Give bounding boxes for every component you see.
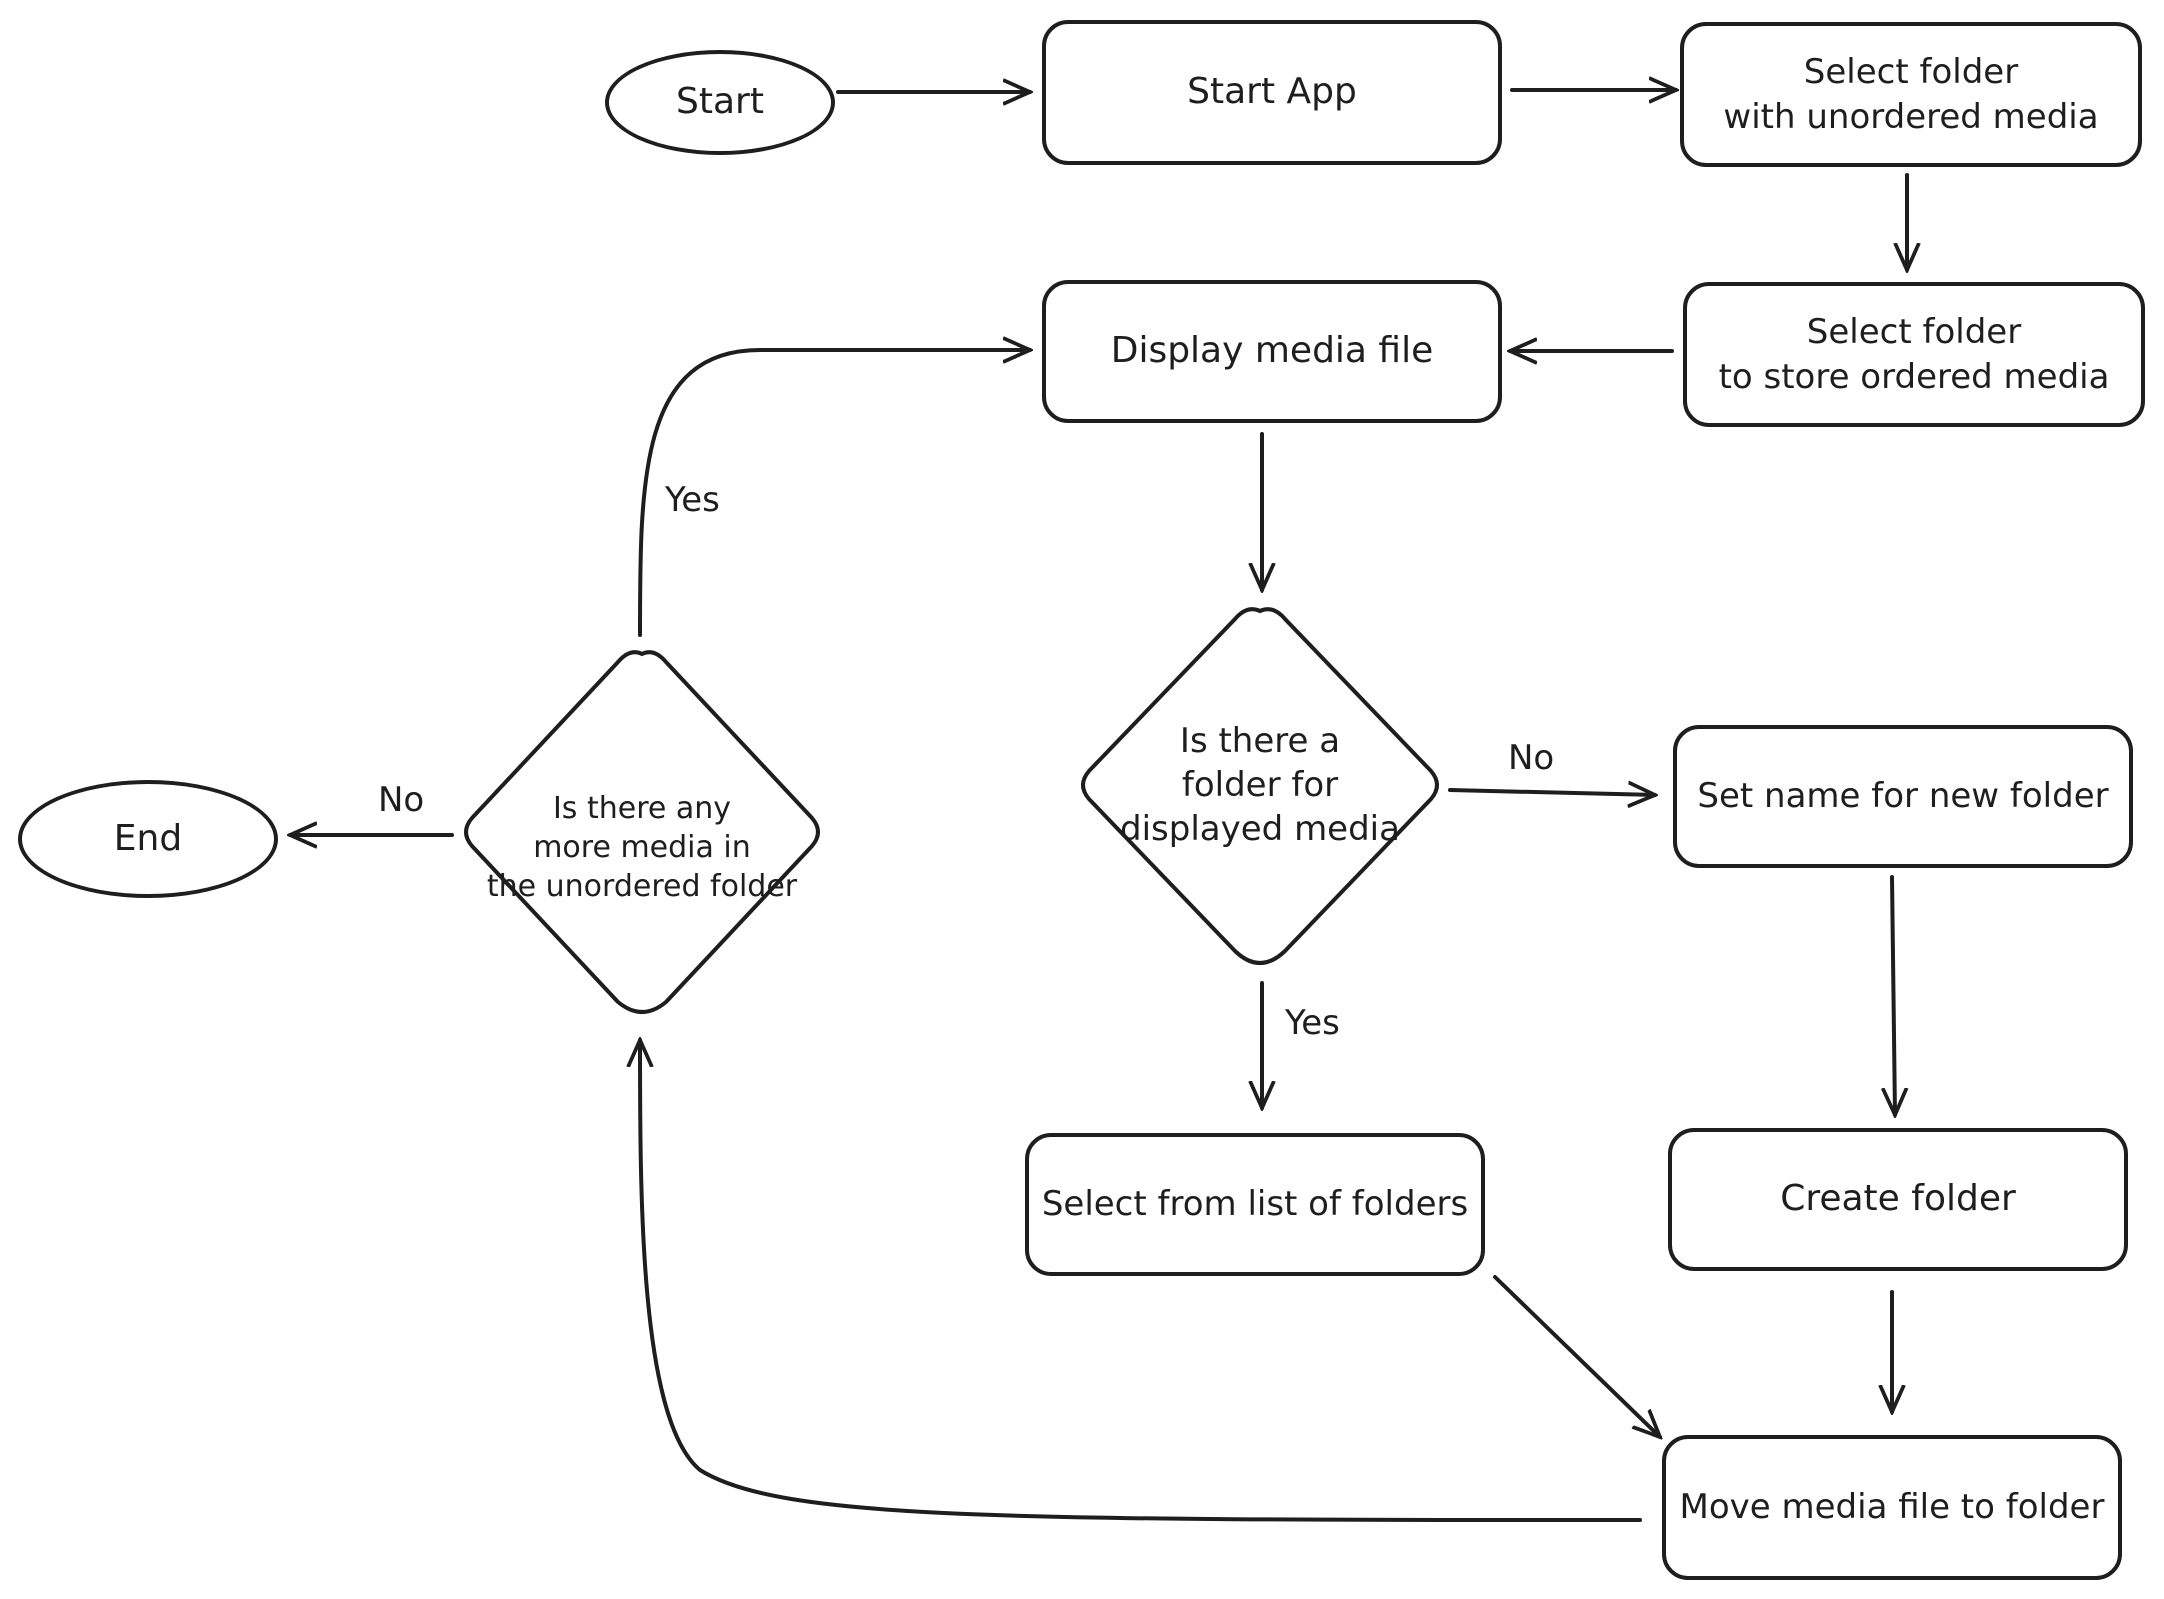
end-node[interactable]: End (18, 780, 278, 898)
arrow-set-name-to-create (1892, 875, 1895, 1115)
edge-label-folder-no: No (1508, 738, 1555, 778)
decision-folder-exists[interactable]: Is there a folder for displayed media (1075, 605, 1445, 965)
set-name-node[interactable]: Set name for new folder (1673, 725, 2133, 868)
start-node[interactable]: Start (605, 50, 835, 155)
arrow-select-list-to-move (1493, 1275, 1660, 1437)
start-app-label: Start App (1187, 71, 1357, 113)
select-store-folder-label: Select folder to store ordered media (1718, 312, 2110, 397)
move-media-label: Move media file to folder (1679, 1487, 2105, 1528)
create-folder-label: Create folder (1780, 1178, 2016, 1220)
start-label: Start (676, 81, 764, 123)
select-store-folder-node[interactable]: Select folder to store ordered media (1683, 282, 2145, 427)
edge-label-more-no: No (378, 780, 425, 820)
select-unordered-folder-label: Select folder with unordered media (1723, 52, 2099, 137)
edge-label-folder-yes: Yes (1285, 1003, 1340, 1043)
decision-more-media[interactable]: Is there any more media in the unordered… (458, 648, 826, 1016)
start-app-node[interactable]: Start App (1042, 20, 1502, 165)
display-media-label: Display media file (1110, 330, 1434, 372)
display-media-node[interactable]: Display media file (1042, 280, 1502, 423)
end-label: End (113, 817, 183, 859)
create-folder-node[interactable]: Create folder (1668, 1128, 2128, 1271)
select-list-label: Select from list of folders (1041, 1184, 1469, 1225)
move-media-node[interactable]: Move media file to folder (1662, 1435, 2122, 1580)
select-list-node[interactable]: Select from list of folders (1025, 1133, 1485, 1276)
decision-folder-label: Is there a folder for displayed media (1120, 720, 1400, 850)
select-unordered-folder-node[interactable]: Select folder with unordered media (1680, 22, 2142, 167)
arrow-decision-no-to-set-name (1448, 790, 1655, 795)
decision-more-label: Is there any more media in the unordered… (486, 790, 798, 904)
edge-label-more-yes: Yes (665, 480, 720, 520)
set-name-label: Set name for new folder (1697, 776, 2109, 817)
arrow-move-to-decision-more (640, 1040, 1642, 1522)
